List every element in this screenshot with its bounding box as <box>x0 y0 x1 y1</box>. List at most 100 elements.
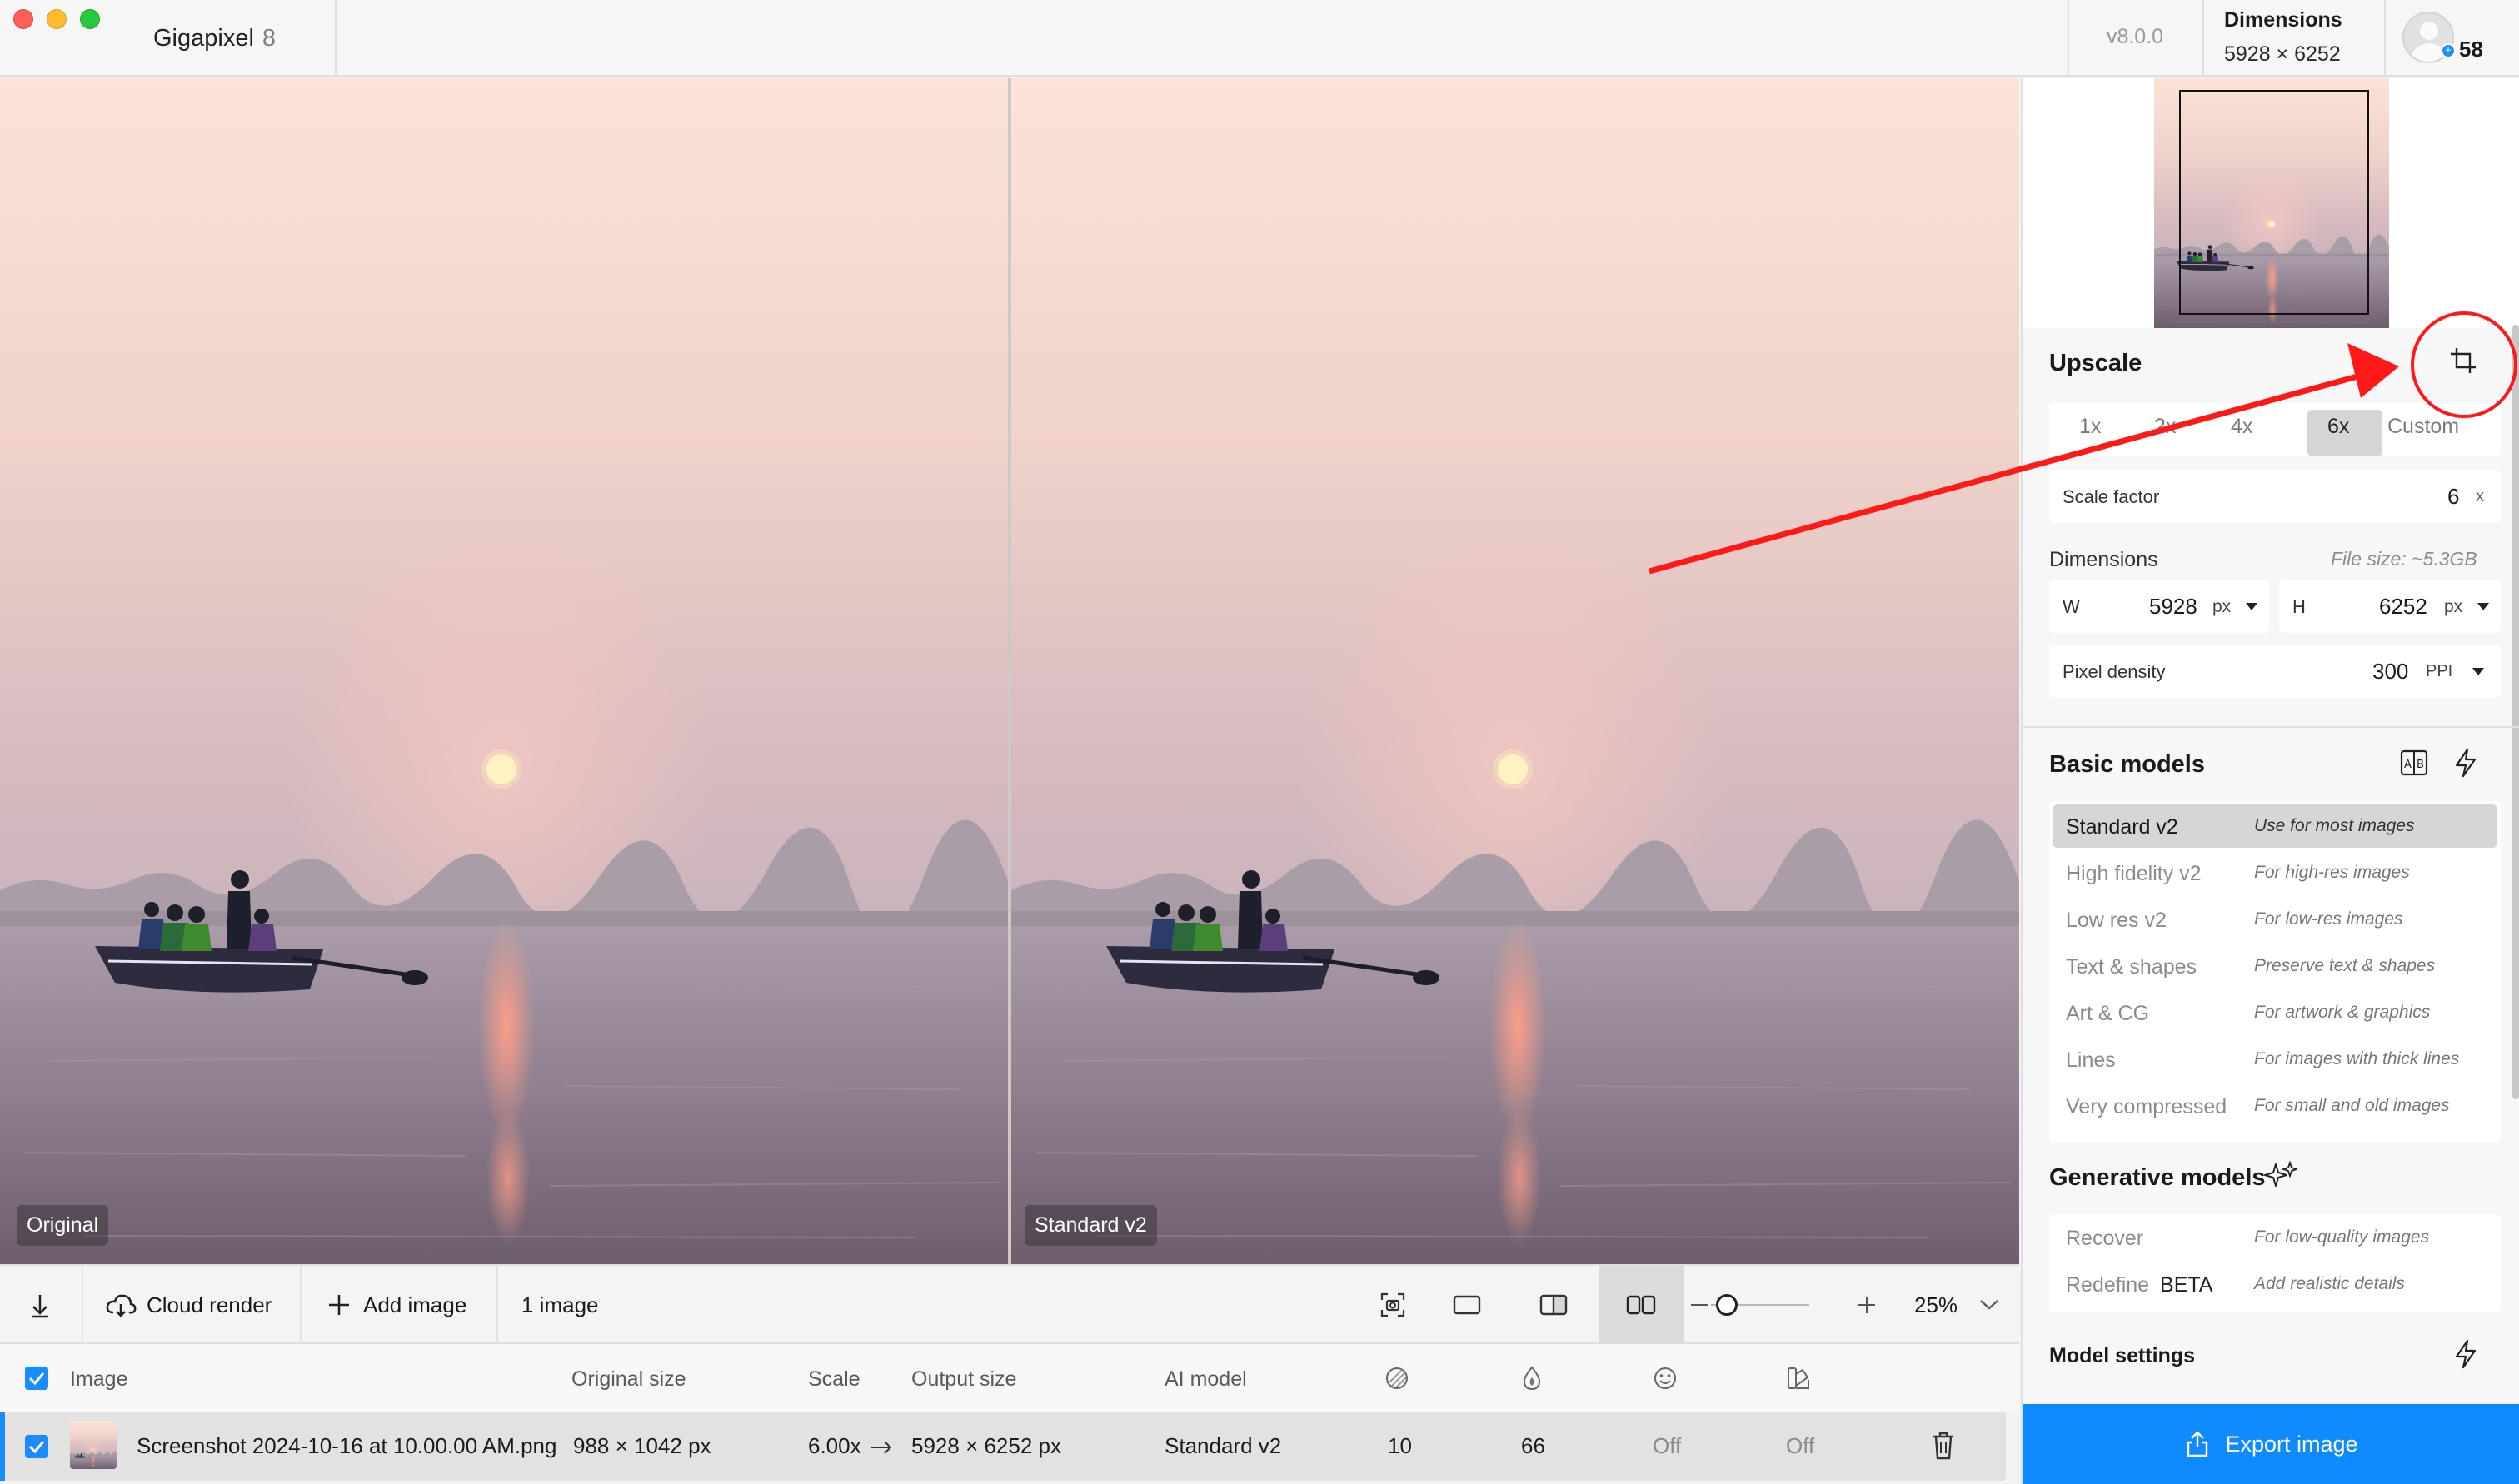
plus-icon <box>329 1295 349 1315</box>
dimensions-title: Dimensions <box>2049 548 2158 571</box>
zoom-slider-handle[interactable] <box>1716 1294 1738 1316</box>
cloud-icon <box>106 1294 137 1317</box>
svg-text:B: B <box>2417 759 2424 771</box>
lightning-icon[interactable] <box>2452 1339 2479 1369</box>
col-scale[interactable]: Scale <box>808 1367 860 1392</box>
file-size: File size: ~5.3GB <box>2331 548 2477 570</box>
row-checkbox[interactable] <box>25 1435 48 1458</box>
upscale-1x[interactable]: 1x <box>2079 415 2101 439</box>
sparkles-icon <box>2264 1161 2297 1187</box>
model-art-cg[interactable]: Art & CG <box>2066 1002 2149 1026</box>
lightning-icon[interactable] <box>2452 748 2479 778</box>
model-recover[interactable]: Recover <box>2066 1227 2143 1251</box>
pixel-density-value[interactable]: 300 <box>2372 659 2408 685</box>
width-field[interactable]: W 5928 px <box>2049 580 2269 633</box>
caret-down-icon[interactable] <box>2472 668 2484 676</box>
cloud-render-button[interactable]: Cloud render <box>105 1266 272 1344</box>
export-image-label: Export image <box>2225 1431 2358 1457</box>
basic-models-list: Standard v2 Use for most images High fid… <box>2049 801 2501 1143</box>
header-dimensions-label: Dimensions <box>2224 8 2342 32</box>
download-button[interactable] <box>25 1266 55 1344</box>
window-maximize-button[interactable] <box>80 9 100 29</box>
export-image-button[interactable]: Export image <box>2023 1404 2519 1484</box>
processed-pane[interactable]: Standard v2 <box>1011 78 2019 1264</box>
title-divider <box>2384 0 2386 77</box>
model-high-fidelity-v2-desc: For high-res images <box>2254 863 2410 882</box>
caret-down-icon[interactable] <box>2477 603 2489 611</box>
height-field[interactable]: H 6252 px <box>2279 580 2501 633</box>
model-settings-title[interactable]: Model settings <box>2049 1344 2195 1368</box>
processed-image <box>1011 78 2019 1264</box>
model-very-compressed[interactable]: Very compressed <box>2066 1095 2227 1119</box>
svg-text:A: A <box>2404 759 2412 771</box>
pixel-density-field[interactable]: Pixel density 300 PPI <box>2049 645 2501 698</box>
row-ai-model: Standard v2 <box>1165 1433 1282 1458</box>
zoom-in-button[interactable] <box>1858 1266 1876 1344</box>
pixel-density-unit[interactable]: PPI <box>2426 662 2452 681</box>
view-single-split-button[interactable] <box>1379 1266 1406 1344</box>
model-text-shapes-desc: Preserve text & shapes <box>2254 956 2436 975</box>
upscale-options: 1x 2x 4x 6x Custom <box>2049 403 2501 456</box>
upscale-4x[interactable]: 4x <box>2231 415 2252 439</box>
screenshot-icon <box>1380 1292 1405 1317</box>
bottom-toolbar: Cloud render Add image 1 image 25% <box>0 1264 2019 1344</box>
original-pane[interactable]: Original <box>0 78 1008 1264</box>
width-unit[interactable]: px <box>2212 597 2231 617</box>
original-label: Original <box>17 1205 109 1246</box>
model-lines[interactable]: Lines <box>2066 1048 2116 1073</box>
table-row[interactable]: Screenshot 2024-10-16 at 10.00.00 AM.png… <box>5 1412 2006 1481</box>
preview-area[interactable]: Original Standard v2 <box>0 78 2019 1264</box>
chevron-down-icon <box>1980 1300 1998 1310</box>
pixel-density-label: Pixel density <box>2063 661 2166 682</box>
compare-models-icon[interactable]: AB <box>2399 748 2429 778</box>
window-close-button[interactable] <box>13 9 33 29</box>
title-bar: Gigapixel 8 v8.0.0 Dimensions 5928 × 6252… <box>0 0 2519 77</box>
face-icon <box>1654 1367 1676 1389</box>
navigator[interactable] <box>2023 78 2519 328</box>
trash-icon[interactable] <box>1931 1431 1956 1461</box>
zoom-out-button[interactable] <box>1691 1266 1708 1344</box>
model-standard-v2-desc: Use for most images <box>2254 816 2415 835</box>
row-sharpen: 66 <box>1521 1433 1545 1458</box>
caret-down-icon[interactable] <box>2246 603 2257 611</box>
col-ai-model[interactable]: AI model <box>1165 1367 1247 1392</box>
view-single-button[interactable] <box>1453 1266 1481 1344</box>
model-text-shapes[interactable]: Text & shapes <box>2066 955 2197 979</box>
dual-view-icon <box>1626 1295 1656 1315</box>
crop-icon[interactable] <box>2449 346 2477 375</box>
original-image <box>0 78 1008 1264</box>
width-value[interactable]: 5928 <box>2149 594 2197 620</box>
model-high-fidelity-v2[interactable]: High fidelity v2 <box>2066 862 2202 886</box>
window-minimize-button[interactable] <box>47 9 67 29</box>
view-side-by-side-button[interactable] <box>1539 1266 1568 1344</box>
scale-factor-value[interactable]: 6 <box>2447 484 2459 510</box>
arrow-right-icon <box>871 1441 892 1454</box>
col-original-size[interactable]: Original size <box>571 1367 686 1392</box>
plus-icon <box>1858 1297 1875 1313</box>
panel-scrollbar[interactable] <box>2512 325 2519 1099</box>
model-low-res-v2[interactable]: Low res v2 <box>2066 909 2167 933</box>
col-image[interactable]: Image <box>70 1367 127 1392</box>
upscale-custom[interactable]: Custom <box>2387 415 2459 439</box>
height-value[interactable]: 6252 <box>2379 594 2427 620</box>
split-view-icon <box>1539 1294 1568 1316</box>
upscale-6x[interactable]: 6x <box>2327 415 2349 439</box>
zoom-dropdown[interactable] <box>1979 1266 1999 1344</box>
model-standard-v2[interactable]: Standard v2 <box>2066 815 2178 839</box>
model-redefine[interactable]: Redefine BETA <box>2066 1273 2212 1297</box>
sharpen-drop-icon <box>1523 1366 1541 1391</box>
model-redefine-desc: Add realistic details <box>2254 1274 2405 1293</box>
model-art-cg-desc: For artwork & graphics <box>2254 1003 2431 1022</box>
image-table-header: Image Original size Scale Output size AI… <box>0 1344 2019 1412</box>
model-recover-desc: For low-quality images <box>2254 1228 2430 1247</box>
select-all-checkbox[interactable] <box>25 1367 48 1390</box>
add-image-button[interactable]: Add image <box>327 1266 466 1344</box>
app-major-version: 8 <box>262 25 277 52</box>
height-unit[interactable]: px <box>2444 597 2462 617</box>
upscale-2x[interactable]: 2x <box>2154 415 2176 439</box>
col-output-size[interactable]: Output size <box>911 1367 1016 1392</box>
scale-factor-field[interactable]: Scale factor 6 x <box>2049 470 2501 523</box>
title-divider <box>335 0 337 77</box>
navigator-viewport[interactable] <box>2179 90 2369 315</box>
arrow-down-icon <box>32 1295 48 1318</box>
